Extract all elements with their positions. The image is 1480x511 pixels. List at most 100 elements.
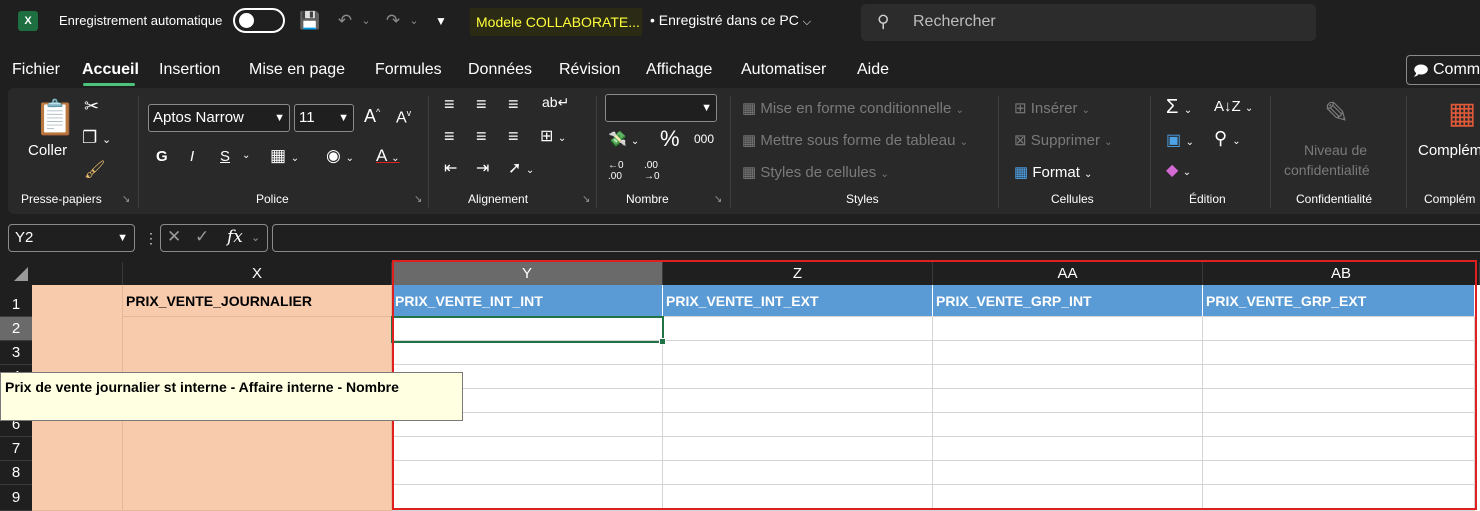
increase-decimal-icon[interactable]: ←0.00 [608, 160, 624, 182]
tab-donnees[interactable]: Données [468, 61, 532, 79]
group-label-addins: Complém [1424, 192, 1476, 206]
chevron-down-icon[interactable]: ⌄ [242, 150, 250, 161]
ribbon-tabs: Fichier Accueil Insertion Mise en page F… [0, 56, 1480, 88]
tab-accueil[interactable]: Accueil [82, 61, 139, 79]
cancel-icon[interactable]: ✕ [167, 227, 181, 247]
title-bar: X Enregistrement automatique 💾 ↶ ⌄ ↷ ⌄ ▼… [0, 0, 1480, 44]
enter-icon[interactable]: ✓ [195, 227, 209, 247]
excel-logo-icon: X [18, 11, 38, 31]
paste-button[interactable]: Coller [28, 142, 67, 159]
tab-fichier[interactable]: Fichier [12, 61, 60, 79]
accounting-format-icon[interactable]: 💸 ⌄ [608, 130, 639, 148]
bold-button[interactable]: G [156, 148, 168, 165]
addins-icon[interactable]: ▦ [1448, 96, 1476, 131]
number-format-select[interactable]: ▼ [605, 94, 717, 122]
align-top-icon[interactable]: ≡ [444, 94, 455, 115]
tab-affichage[interactable]: Affichage [646, 61, 712, 79]
paste-icon[interactable]: 📋 [34, 98, 76, 138]
sensitivity-label-line2[interactable]: confidentialité [1284, 162, 1370, 178]
conditional-formatting-button[interactable]: ▦ Mise en forme conditionnelle ⌄ [742, 99, 964, 117]
align-center-icon[interactable]: ≡ [476, 126, 487, 147]
clear-icon[interactable]: ◆ ⌄ [1166, 160, 1191, 180]
cut-icon[interactable]: ✂ [84, 96, 99, 117]
font-size-select[interactable]: 11 ▼ [294, 104, 354, 132]
autosave-label: Enregistrement automatique [59, 13, 223, 28]
save-icon[interactable]: 💾 [298, 8, 322, 34]
row-header-9[interactable]: 9 [0, 485, 32, 511]
tab-formules[interactable]: Formules [375, 61, 442, 79]
customize-toolbar-icon[interactable]: ▼ [432, 8, 450, 34]
delete-cells-button[interactable]: ⊠ Supprimer ⌄ [1014, 131, 1113, 149]
row-header-2[interactable]: 2 [0, 317, 32, 341]
copy-icon[interactable]: ❐ ⌄ [82, 128, 111, 148]
clipboard-launcher-icon[interactable]: ↘ [122, 194, 130, 205]
tab-aide[interactable]: Aide [857, 61, 889, 79]
font-name-select[interactable]: Aptos Narrow ▼ [148, 104, 290, 132]
save-status[interactable]: • Enregistré dans ce PC ⌵ [650, 12, 811, 29]
row-header-8[interactable]: 8 [0, 461, 32, 485]
group-label-font: Police [256, 192, 289, 206]
format-cells-button[interactable]: ▦ Format ⌄ [1014, 163, 1092, 181]
align-bottom-icon[interactable]: ≡ [508, 94, 519, 115]
format-as-table-button[interactable]: ▦ Mettre sous forme de tableau ⌄ [742, 131, 968, 149]
italic-button[interactable]: I [190, 148, 194, 165]
decrease-indent-icon[interactable]: ⇤ [444, 158, 457, 178]
undo-dropdown-icon[interactable]: ⌄ [360, 8, 372, 34]
search-box[interactable]: ⚲ Rechercher [861, 4, 1316, 41]
sensitivity-label-line1[interactable]: Niveau de [1304, 142, 1367, 158]
row-header-7[interactable]: 7 [0, 437, 32, 461]
header-cell-X1[interactable]: PRIX_VENTE_JOURNALIER [123, 285, 392, 317]
sensitivity-icon[interactable]: ✎ [1324, 96, 1349, 131]
ribbon-separator [1406, 96, 1407, 208]
comments-button[interactable]: 🗩 Comm [1406, 55, 1480, 85]
name-box[interactable]: Y2 ▼ [8, 224, 135, 252]
fill-color-icon[interactable]: ◉ ⌄ [326, 146, 354, 166]
insert-function-button[interactable]: fx [227, 227, 243, 247]
comma-style-button[interactable]: 000 [694, 132, 714, 146]
more-options-icon[interactable]: ⋮ [144, 230, 158, 247]
tab-revision[interactable]: Révision [559, 61, 620, 79]
number-launcher-icon[interactable]: ↘ [714, 194, 722, 205]
chevron-down-icon[interactable]: ⌄ [251, 231, 260, 244]
redo-dropdown-icon[interactable]: ⌄ [408, 8, 420, 34]
align-right-icon[interactable]: ≡ [508, 126, 519, 147]
align-middle-icon[interactable]: ≡ [476, 94, 487, 115]
undo-icon[interactable]: ↶ [334, 8, 356, 34]
autosum-icon[interactable]: Σ ⌄ [1166, 96, 1192, 119]
decrease-decimal-icon[interactable]: .00 →0 [644, 160, 660, 182]
row-header-1[interactable]: 1 [0, 285, 32, 317]
increase-font-icon[interactable]: A^ [364, 106, 380, 127]
format-painter-icon[interactable]: 🖌 [84, 160, 106, 180]
tab-automatiser[interactable]: Automatiser [741, 61, 826, 79]
decrease-font-icon[interactable]: Av [396, 108, 411, 127]
autosave-toggle[interactable] [233, 8, 285, 33]
wrap-text-icon[interactable]: ab↵ [542, 94, 569, 111]
fill-icon[interactable]: ▣ ⌄ [1166, 130, 1194, 150]
row-header-3[interactable]: 3 [0, 341, 32, 365]
column-header-X[interactable]: X [123, 262, 392, 285]
orientation-icon[interactable]: ➚ ⌄ [508, 158, 534, 178]
redo-icon[interactable]: ↷ [382, 8, 404, 34]
find-select-icon[interactable]: ⚲ ⌄ [1214, 128, 1241, 149]
select-all-button[interactable] [0, 262, 32, 285]
tab-mise-en-page[interactable]: Mise en page [249, 61, 345, 79]
font-launcher-icon[interactable]: ↘ [414, 194, 422, 205]
underline-button[interactable]: S [220, 148, 230, 165]
formula-input[interactable] [272, 224, 1480, 252]
sort-filter-icon[interactable]: A↓Z ⌄ [1214, 98, 1253, 115]
addins-button[interactable]: Complém [1418, 142, 1480, 159]
percent-style-button[interactable]: % [660, 126, 680, 152]
cell-styles-button[interactable]: ▦ Styles de cellules ⌄ [742, 163, 889, 181]
tab-insertion[interactable]: Insertion [159, 61, 220, 79]
ribbon-separator [1270, 96, 1271, 208]
merge-center-icon[interactable]: ⊞ ⌄ [540, 126, 566, 146]
filename[interactable]: Modele COLLABORATE... [470, 8, 642, 36]
alignment-launcher-icon[interactable]: ↘ [582, 194, 590, 205]
insert-cells-button[interactable]: ⊞ Insérer ⌄ [1014, 99, 1090, 117]
font-color-icon[interactable]: A ⌄ [376, 146, 400, 166]
borders-icon[interactable]: ▦ ⌄ [270, 146, 299, 166]
column-header-W[interactable] [32, 262, 123, 285]
increase-indent-icon[interactable]: ⇥ [476, 158, 489, 178]
align-left-icon[interactable]: ≡ [444, 126, 455, 147]
insert-icon: ⊞ [1014, 100, 1027, 117]
